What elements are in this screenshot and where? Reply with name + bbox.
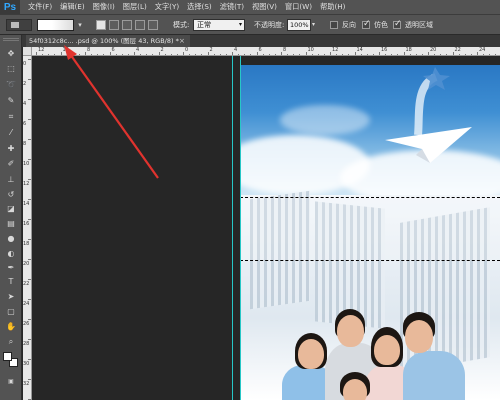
ruler-origin[interactable]	[23, 47, 32, 56]
foreground-color-swatch[interactable]	[3, 352, 12, 361]
annotation-arrow	[64, 45, 159, 179]
photoshop-window: Ps 文件(F) 编辑(E) 图像(I) 图层(L) 文字(Y) 选择(S) 滤…	[0, 0, 500, 400]
